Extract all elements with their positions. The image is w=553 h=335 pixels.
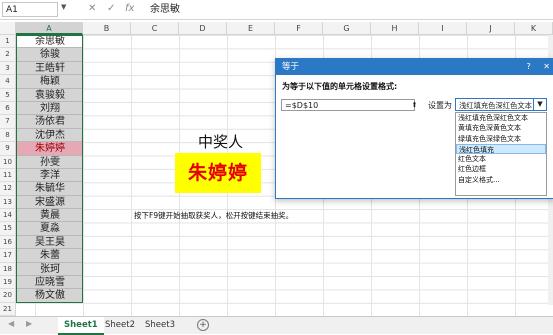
name-cell[interactable]: 夏淼 [17, 222, 83, 236]
dialog-prompt-label: 为等于以下值的单元格设置格式: [282, 82, 398, 91]
row-header[interactable]: 20 [0, 289, 16, 303]
row-header[interactable]: 14 [0, 209, 16, 223]
next-sheet-icon[interactable]: ▶ [26, 319, 32, 328]
row-header[interactable]: 15 [0, 222, 16, 236]
row-header[interactable]: 8 [0, 128, 16, 143]
row-header[interactable]: 18 [0, 262, 16, 277]
enter-icon[interactable]: ✓ [107, 3, 115, 14]
format-option[interactable]: 黄填充色深黄色文本 [456, 123, 546, 133]
name-cell-highlighted[interactable]: 朱婷婷 [17, 142, 83, 156]
format-select-value: 浅红填充色深红色文本 [459, 101, 532, 110]
name-box-dropdown-icon[interactable]: ▼ [61, 3, 66, 11]
equals-dialog: 等于 ? ✕ 为等于以下值的单元格设置格式: =$D$10 ⬆ 设置为 浅红填充… [275, 58, 553, 199]
winner-name-cell[interactable]: 朱婷婷 [175, 153, 261, 193]
row-header[interactable]: 1 [0, 35, 16, 49]
format-option-selected[interactable]: 浅红色填充 [456, 143, 546, 155]
formula-bar: A1 ▼ ✕ ✓ fx 余思敏 [0, 0, 553, 20]
name-cell[interactable]: 应晓雪 [17, 276, 83, 290]
tab-sheet2[interactable]: Sheet2 [99, 317, 141, 333]
format-option[interactable]: 浅红填充色深红色文本 [456, 113, 546, 123]
format-option[interactable]: 红色边框 [456, 164, 546, 174]
row-header[interactable]: 13 [0, 195, 16, 210]
value-input[interactable]: =$D$10 [281, 99, 415, 111]
prev-sheet-icon[interactable]: ◀ [8, 319, 14, 328]
name-cell[interactable]: 张珂 [17, 262, 83, 277]
name-cell[interactable]: 梅颖 [17, 75, 83, 89]
format-options-list: 浅红填充色深红色文本 黄填充色深黄色文本 绿填充色深绿色文本 浅红色填充 红色文… [455, 112, 547, 196]
name-cell[interactable]: 孙雯 [17, 155, 83, 169]
column-header-j[interactable]: J [467, 22, 515, 35]
name-box[interactable]: A1 [2, 2, 58, 17]
row-header[interactable]: 16 [0, 235, 16, 250]
row-header[interactable]: 21 [0, 302, 16, 317]
name-cell[interactable]: 王皓轩 [17, 61, 83, 76]
row-header[interactable]: 9 [0, 142, 16, 156]
column-header-i[interactable]: I [419, 22, 467, 35]
row-header[interactable]: 2 [0, 48, 16, 62]
name-cell[interactable]: 宋盛源 [17, 195, 83, 210]
row-header[interactable]: 4 [0, 75, 16, 89]
format-option[interactable]: 绿填充色深绿色文本 [456, 134, 546, 144]
row-header[interactable]: 12 [0, 182, 16, 196]
format-option[interactable]: 自定义格式... [456, 175, 546, 185]
column-header-b[interactable]: B [83, 22, 131, 35]
column-header-a[interactable]: A [16, 22, 83, 35]
column-header-c[interactable]: C [131, 22, 179, 35]
row-headers: 1 2 3 4 5 6 7 8 9 10 11 12 13 14 15 16 1… [0, 35, 16, 317]
name-cell[interactable]: 沈伊杰 [17, 128, 83, 143]
column-header-d[interactable]: D [179, 22, 227, 35]
name-cell[interactable]: 李洋 [17, 168, 83, 183]
column-header-k[interactable]: K [515, 22, 553, 35]
tab-sheet1[interactable]: Sheet1 [58, 317, 104, 335]
collapse-range-icon[interactable]: ⬆ [409, 99, 420, 111]
close-icon[interactable]: ✕ [543, 62, 550, 71]
name-cell[interactable]: 余思敏 [17, 35, 83, 49]
column-header-f[interactable]: F [275, 22, 323, 35]
sheet-tab-bar: ◀ ▶ Sheet1 Sheet2 Sheet3 + [0, 316, 553, 335]
name-cell[interactable]: 徐骏 [17, 48, 83, 62]
row-header[interactable]: 7 [0, 115, 16, 129]
row-header[interactable]: 11 [0, 168, 16, 183]
winner-title[interactable]: 中奖人 [198, 131, 243, 152]
name-cell[interactable]: 黄晨 [17, 209, 83, 223]
cancel-icon[interactable]: ✕ [88, 3, 96, 14]
row-header[interactable]: 10 [0, 155, 16, 169]
row-header[interactable]: 19 [0, 276, 16, 290]
row-header[interactable]: 3 [0, 61, 16, 76]
help-icon[interactable]: ? [527, 62, 531, 71]
name-cell[interactable]: 刘翔 [17, 101, 83, 116]
name-column: 余思敏 徐骏 王皓轩 梅颖 袁骏毅 刘翔 汤依君 沈伊杰 朱婷婷 孙雯 李洋 朱… [17, 35, 83, 303]
name-cell[interactable]: 朱毓华 [17, 182, 83, 196]
dialog-title: 等于 [282, 62, 300, 72]
name-cell[interactable]: 朱蕾 [17, 249, 83, 263]
dialog-title-bar[interactable]: 等于 ? ✕ [276, 59, 553, 75]
column-headers: A B C D E F G H I J K [0, 22, 553, 35]
row-header[interactable]: 6 [0, 101, 16, 116]
instruction-text[interactable]: 按下F9键开始抽取获奖人，松开按键结束抽奖。 [134, 210, 293, 221]
select-all-corner[interactable] [0, 22, 16, 35]
name-cell[interactable]: 吴王昊 [17, 235, 83, 250]
format-option[interactable]: 红色文本 [456, 154, 546, 164]
formula-input[interactable]: 余思敏 [150, 2, 180, 17]
name-cell[interactable]: 杨文傲 [17, 289, 83, 303]
row-header[interactable]: 17 [0, 249, 16, 263]
row-header[interactable]: 5 [0, 88, 16, 102]
set-as-label: 设置为 [428, 101, 452, 110]
name-cell[interactable]: 汤依君 [17, 115, 83, 129]
name-cell[interactable]: 袁骏毅 [17, 88, 83, 102]
fx-icon[interactable]: fx [125, 3, 134, 14]
column-header-h[interactable]: H [371, 22, 419, 35]
chevron-down-icon[interactable]: ▼ [533, 99, 546, 110]
column-header-e[interactable]: E [227, 22, 275, 35]
column-header-g[interactable]: G [323, 22, 371, 35]
tab-sheet3[interactable]: Sheet3 [139, 317, 181, 333]
add-sheet-icon[interactable]: + [197, 319, 209, 331]
format-select[interactable]: 浅红填充色深红色文本 ▼ [455, 98, 547, 111]
